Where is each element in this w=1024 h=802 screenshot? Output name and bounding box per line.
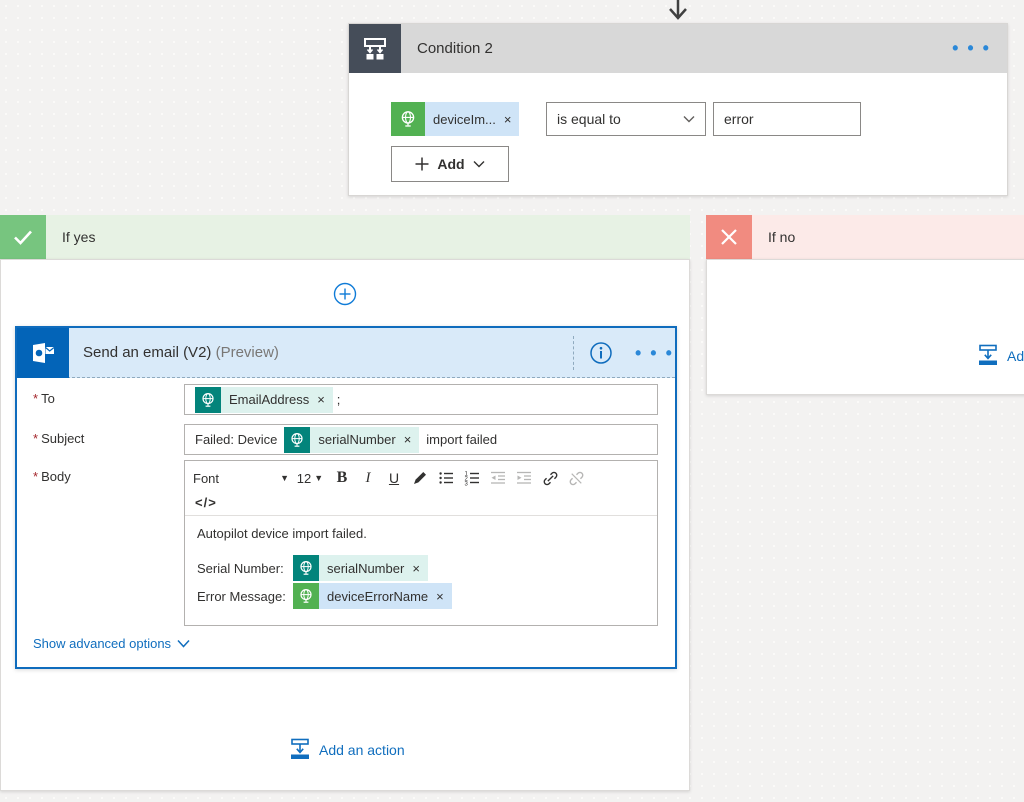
condition-card: Condition 2 • • • deviceIm... × is equal… [348,23,1008,196]
condition-operator-dropdown[interactable]: is equal to [546,102,706,136]
svg-text:3: 3 [465,482,469,486]
chevron-down-icon [473,160,485,168]
to-separator: ; [337,392,341,407]
body-token-deviceerrorname[interactable]: deviceErrorName × [293,583,452,609]
if-no-container: Add an action [706,259,1024,395]
underline-button[interactable]: U [383,467,405,489]
token-remove-icon[interactable]: × [317,393,325,406]
connector-arrow-icon [662,0,694,23]
subject-input[interactable]: Failed: Device serialNumber × import [184,424,658,455]
add-action-label: Add an action [319,742,405,758]
if-no-header[interactable]: If no [706,215,1024,259]
font-size-dropdown[interactable]: 12 ▼ [293,467,327,489]
code-view-button[interactable]: </> [193,495,217,510]
font-family-dropdown[interactable]: Font ▼ [193,467,289,489]
add-button-label: Add [437,156,464,172]
plus-icon [415,157,429,171]
body-richtext-editor[interactable]: Font ▼ 12 ▼ B I U [184,460,658,626]
token-label: deviceIm... [433,112,496,127]
highlight-pen-button[interactable] [409,467,431,489]
token-remove-icon[interactable]: × [412,562,420,575]
add-action-icon [977,344,999,367]
header-divider [573,336,574,370]
x-icon [706,215,752,259]
numbered-list-button[interactable]: 1 2 3 [461,467,483,489]
if-yes-header[interactable]: If yes [0,215,690,259]
insert-step-button[interactable] [333,282,357,306]
font-family-value: Font [193,471,219,486]
token-remove-icon[interactable]: × [404,433,412,446]
to-input[interactable]: EmailAddress × ; [184,384,658,415]
body-text-line: Autopilot device import failed. [197,526,645,541]
caret-down-icon: ▼ [314,473,323,483]
globe-icon [293,555,319,581]
token-label: deviceErrorName [327,589,428,604]
indent-button[interactable] [513,467,535,489]
chevron-down-icon [177,639,190,648]
condition-title: Condition 2 [417,40,493,57]
send-email-menu-ellipsis[interactable]: • • • [635,328,674,378]
outlook-icon [17,328,69,378]
condition-header[interactable]: Condition 2 • • • [349,24,1007,73]
if-no-label: If no [752,215,1024,259]
subject-text-prefix: Failed: Device [195,432,277,447]
globe-icon [195,387,221,413]
condition-icon [349,24,401,73]
send-email-card: Send an email (V2) (Preview) • • • *To [15,326,677,669]
body-token-serialnumber[interactable]: serialNumber × [293,555,428,581]
richtext-toolbar: Font ▼ 12 ▼ B I U [185,461,657,516]
unlink-button[interactable] [565,467,587,489]
condition-value-text: error [724,111,754,127]
if-yes-container: Send an email (V2) (Preview) • • • *To [0,259,690,791]
to-label: *To [33,391,55,406]
outdent-button[interactable] [487,467,509,489]
if-yes-add-action-button[interactable]: Add an action [289,738,405,761]
subject-token-serialnumber[interactable]: serialNumber × [284,427,419,453]
error-message-label: Error Message: [197,589,293,604]
condition-value-input[interactable]: error [713,102,861,136]
token-label: serialNumber [327,561,404,576]
condition-add-button[interactable]: Add [391,146,509,182]
subject-text-suffix: import failed [426,432,497,447]
add-action-label: Add an action [1007,348,1024,364]
show-advanced-options-link[interactable]: Show advanced options [33,636,190,651]
advanced-link-label: Show advanced options [33,636,171,651]
to-token-emailaddress[interactable]: EmailAddress × [195,387,333,413]
token-label: serialNumber [318,432,395,447]
checkmark-icon [0,215,46,259]
preview-tag: (Preview) [216,344,279,361]
info-icon[interactable] [589,341,613,365]
flow-designer-canvas: { "condition": { "title": "Condition 2",… [0,0,1024,802]
bold-button[interactable]: B [331,467,353,489]
send-email-header[interactable]: Send an email (V2) (Preview) • • • [17,328,675,378]
condition-menu-ellipsis[interactable]: • • • [952,24,991,73]
italic-button[interactable]: I [357,467,379,489]
chevron-down-icon [683,115,695,123]
add-action-icon [289,738,311,761]
body-label: *Body [33,469,71,484]
body-content[interactable]: Autopilot device import failed. Serial N… [185,516,657,621]
token-remove-icon[interactable]: × [504,113,512,126]
globe-icon [293,583,319,609]
link-button[interactable] [539,467,561,489]
if-yes-label: If yes [46,215,690,259]
bullet-list-button[interactable] [435,467,457,489]
font-size-value: 12 [297,471,311,486]
serial-number-label: Serial Number: [197,561,293,576]
subject-label: *Subject [33,431,84,446]
caret-down-icon: ▼ [280,473,289,483]
token-label: EmailAddress [229,392,309,407]
operator-value: is equal to [557,111,621,127]
globe-icon [391,102,425,136]
token-remove-icon[interactable]: × [436,590,444,603]
if-no-add-action-button[interactable]: Add an action [977,344,1024,367]
globe-icon [284,427,310,453]
condition-token-deviceImportStatus[interactable]: deviceIm... × [391,102,519,136]
send-email-title: Send an email (V2) (Preview) [83,344,279,361]
